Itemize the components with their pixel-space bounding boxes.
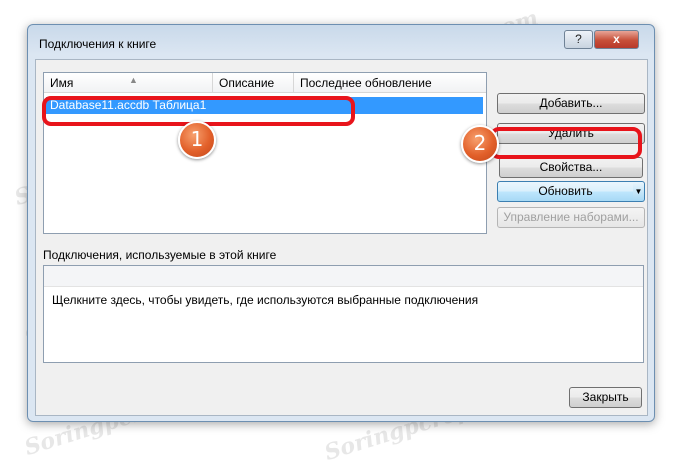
column-header-description[interactable]: Описание [213, 73, 294, 93]
properties-button[interactable]: Свойства... [499, 157, 643, 178]
refresh-button-label: Обновить [538, 184, 593, 198]
refresh-button[interactable]: Обновить [497, 181, 634, 202]
column-header-label: Последнее обновление [300, 76, 432, 90]
usage-section-label: Подключения, используемые в этой книге [43, 248, 277, 262]
close-window-button[interactable]: x [594, 30, 639, 49]
manage-sets-button-label: Управление наборами... [503, 210, 639, 224]
dialog-title: Подключения к книге [39, 37, 157, 51]
add-button-label: Добавить... [539, 96, 603, 110]
close-button[interactable]: Закрыть [569, 387, 642, 408]
step-badge-2: 2 [461, 125, 499, 163]
add-button[interactable]: Добавить... [497, 93, 645, 114]
highlight-properties-button [490, 127, 642, 159]
properties-button-label: Свойства... [539, 160, 603, 174]
chevron-down-icon: ▼ [634, 187, 643, 196]
column-header-name[interactable]: Имя ▲ [44, 73, 213, 93]
close-button-label: Закрыть [582, 390, 629, 404]
help-button[interactable]: ? [564, 30, 593, 49]
workbook-connections-dialog: Подключения к книге ? x Имя ▲ Описание П… [27, 24, 655, 422]
column-header-label: Описание [219, 76, 275, 90]
usage-hint[interactable]: Щелкните здесь, чтобы увидеть, где испол… [52, 293, 478, 307]
refresh-dropdown-arrow[interactable]: ▼ [633, 181, 645, 202]
step-badge-1: 1 [178, 121, 216, 159]
column-header-last-refresh[interactable]: Последнее обновление [294, 73, 486, 93]
title-bar: Подключения к книге ? x [28, 25, 654, 59]
column-header-label: Имя [50, 76, 74, 90]
manage-sets-button[interactable]: Управление наборами... [497, 207, 645, 228]
usage-panel-header [44, 266, 643, 287]
usage-panel[interactable]: Щелкните здесь, чтобы увидеть, где испол… [43, 265, 644, 363]
sort-ascending-icon: ▲ [129, 75, 138, 85]
